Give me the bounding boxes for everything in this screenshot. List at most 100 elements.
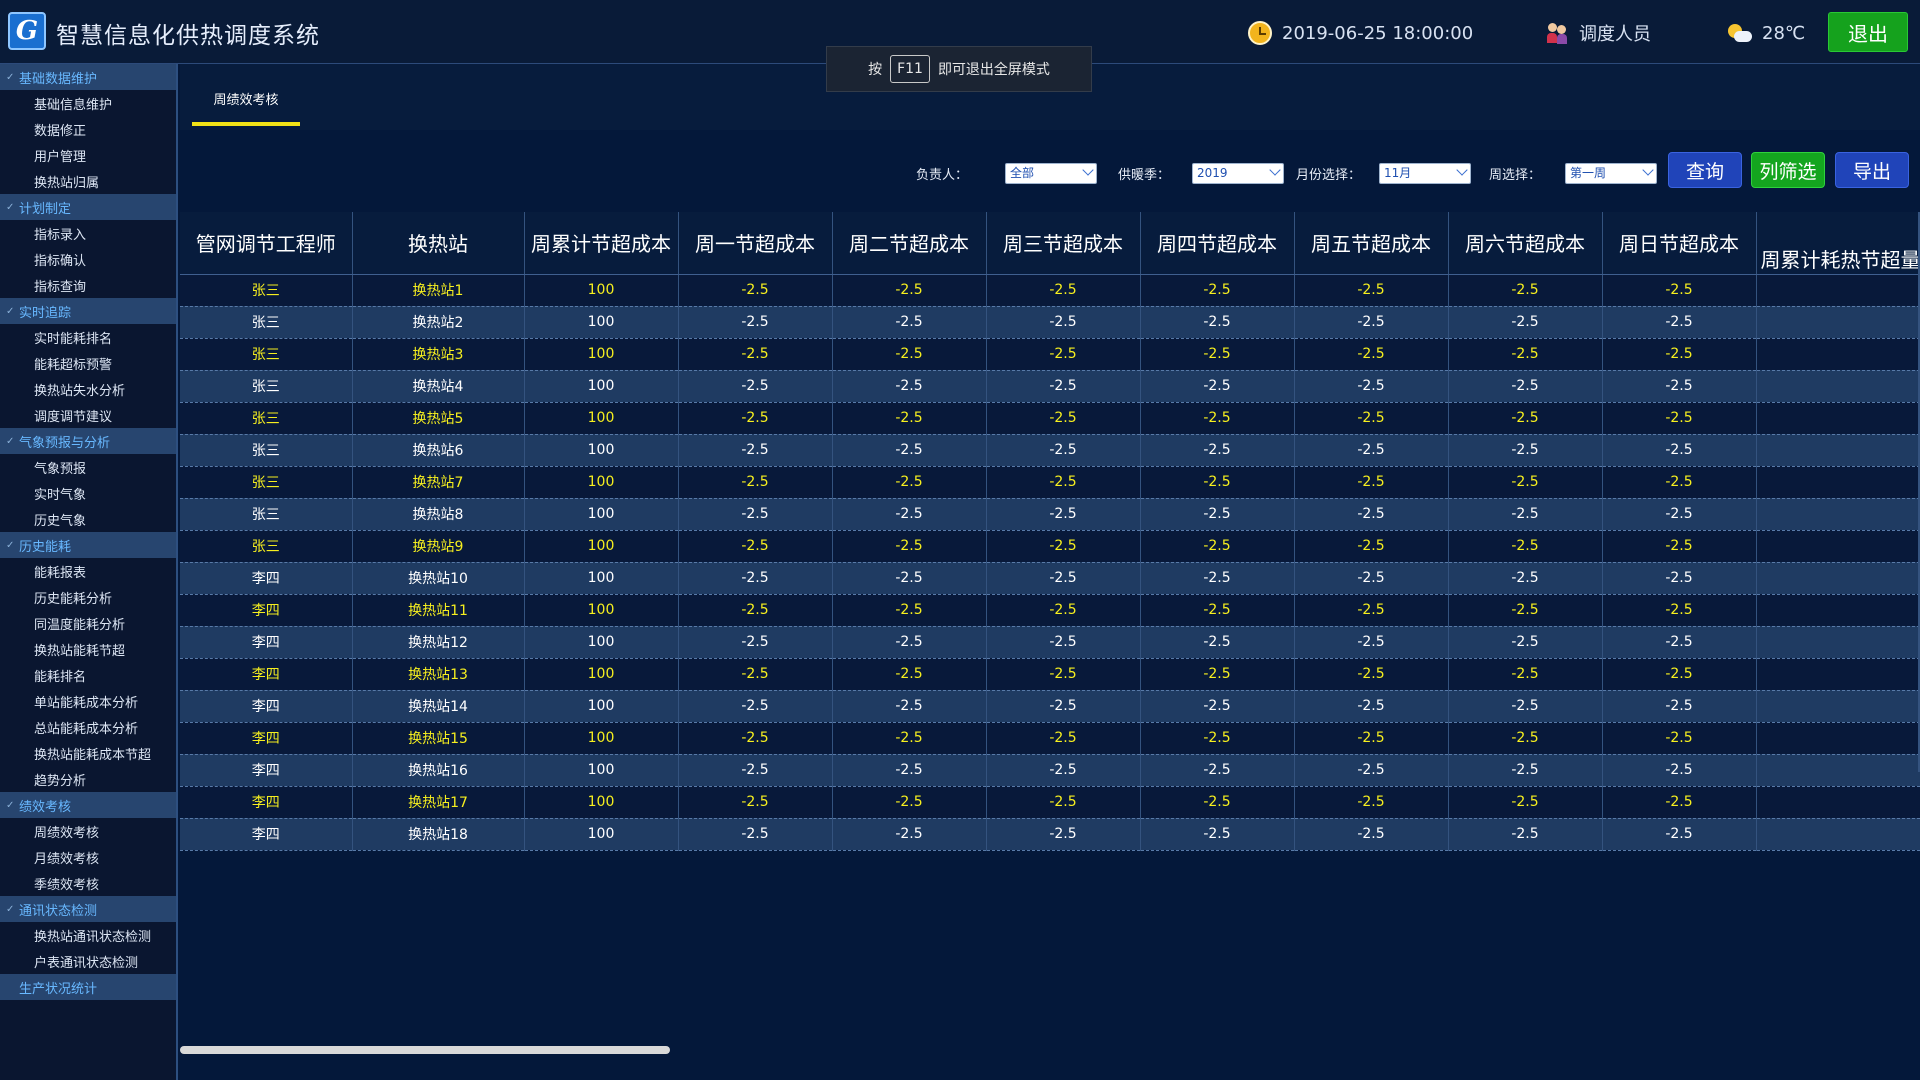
sidebar-group[interactable]: ✓ 气象预报与分析 [0, 428, 176, 454]
sidebar-item[interactable]: 换热站能耗节超 [0, 636, 176, 662]
sidebar-item[interactable]: 历史气象 [0, 506, 176, 532]
sidebar-group-label: 计划制定 [19, 201, 72, 217]
table-cell: -2.5 [986, 370, 1141, 403]
table-header-row: 管网调节工程师 换热站 周累计节超成本 周一节超成本 周二节超成本 周三节超成本 周四节超成… [180, 212, 1920, 275]
sidebar-item[interactable]: 数据修正 [0, 116, 176, 142]
chevron-down-icon [1456, 164, 1468, 176]
table-row[interactable]: 李四换热站10100-2.5-2.5-2.5-2.5-2.5-2.5-2.510… [180, 562, 1920, 595]
column-header[interactable]: 周日节超成本 [1602, 212, 1757, 275]
column-filter-button[interactable]: 列筛选 [1751, 152, 1825, 188]
table-row[interactable]: 李四换热站14100-2.5-2.5-2.5-2.5-2.5-2.5-2.510… [180, 690, 1920, 723]
sidebar-item[interactable]: 能耗排名 [0, 662, 176, 688]
column-header[interactable]: 周四节超成本 [1140, 212, 1295, 275]
table-cell: 100 [1756, 402, 1920, 435]
season-select-value: 2019 [1197, 166, 1228, 180]
table-cell: 100 [524, 594, 679, 627]
column-header[interactable]: 周六节超成本 [1448, 212, 1603, 275]
horizontal-scrollbar[interactable] [180, 1046, 670, 1054]
table-row[interactable]: 张三换热站3100-2.5-2.5-2.5-2.5-2.5-2.5-2.5100 [180, 338, 1920, 371]
sidebar-item[interactable]: 历史能耗分析 [0, 584, 176, 610]
table-row[interactable]: 张三换热站9100-2.5-2.5-2.5-2.5-2.5-2.5-2.5100 [180, 530, 1920, 563]
table-cell: 100 [1756, 370, 1920, 403]
sidebar-item[interactable]: 换热站失水分析 [0, 376, 176, 402]
season-select[interactable]: 2019 [1192, 163, 1284, 184]
sidebar-item[interactable]: 指标录入 [0, 220, 176, 246]
sidebar-item[interactable]: 用户管理 [0, 142, 176, 168]
sidebar-group[interactable]: ✓ 绩效考核 [0, 792, 176, 818]
table-row[interactable]: 李四换热站16100-2.5-2.5-2.5-2.5-2.5-2.5-2.510… [180, 754, 1920, 787]
sidebar-item[interactable]: 基础信息维护 [0, 90, 176, 116]
sidebar-item[interactable]: 换热站能耗成本节超 [0, 740, 176, 766]
owner-select-value: 全部 [1010, 166, 1035, 180]
sidebar-item[interactable]: 户表通讯状态检测 [0, 948, 176, 974]
table-cell: -2.5 [832, 466, 987, 499]
table-cell: 换热站17 [352, 786, 525, 819]
sidebar-item[interactable]: 实时能耗排名 [0, 324, 176, 350]
table-cell: 李四 [180, 818, 353, 851]
table-row[interactable]: 张三换热站8100-2.5-2.5-2.5-2.5-2.5-2.5-2.5100 [180, 498, 1920, 531]
column-header[interactable]: 换热站 [352, 212, 525, 275]
export-button[interactable]: 导出 [1835, 152, 1909, 188]
sidebar-item[interactable]: 换热站通讯状态检测 [0, 922, 176, 948]
table-row[interactable]: 李四换热站11100-2.5-2.5-2.5-2.5-2.5-2.5-2.510… [180, 594, 1920, 627]
sidebar-item[interactable]: 指标确认 [0, 246, 176, 272]
sidebar-item[interactable]: 调度调节建议 [0, 402, 176, 428]
sidebar-item[interactable]: 趋势分析 [0, 766, 176, 792]
sidebar-item[interactable]: 气象预报 [0, 454, 176, 480]
tab-weekly-assessment[interactable]: 周绩效考核 [192, 90, 300, 126]
sidebar-group[interactable]: ✓ 历史能耗 [0, 532, 176, 558]
table-row[interactable]: 李四换热站17100-2.5-2.5-2.5-2.5-2.5-2.5-2.510… [180, 786, 1920, 819]
table-cell: -2.5 [1602, 562, 1757, 595]
table-cell: -2.5 [678, 722, 833, 755]
column-header[interactable]: 周累计节超成本 [524, 212, 679, 275]
owner-select[interactable]: 全部 [1005, 163, 1097, 184]
sidebar-item[interactable]: 周绩效考核 [0, 818, 176, 844]
week-select[interactable]: 第一周 [1565, 163, 1657, 184]
table-row[interactable]: 张三换热站1100-2.5-2.5-2.5-2.5-2.5-2.5-2.5100 [180, 274, 1920, 307]
table-cell: -2.5 [1602, 594, 1757, 627]
sidebar-item[interactable]: 换热站归属 [0, 168, 176, 194]
table-row[interactable]: 李四换热站18100-2.5-2.5-2.5-2.5-2.5-2.5-2.510… [180, 818, 1920, 851]
column-header[interactable]: 管网调节工程师 [180, 212, 353, 275]
table-cell: 100 [524, 338, 679, 371]
column-header[interactable]: 周二节超成本 [832, 212, 987, 275]
table-row[interactable]: 李四换热站13100-2.5-2.5-2.5-2.5-2.5-2.5-2.510… [180, 658, 1920, 691]
table-cell: -2.5 [986, 434, 1141, 467]
sidebar-group[interactable]: ✓ 基础数据维护 [0, 64, 176, 90]
datetime-text: 2019-06-25 18:00:00 [1282, 22, 1474, 44]
table-row[interactable]: 张三换热站5100-2.5-2.5-2.5-2.5-2.5-2.5-2.5100 [180, 402, 1920, 435]
table-cell: 换热站13 [352, 658, 525, 691]
month-select[interactable]: 11月 [1379, 163, 1471, 184]
query-button[interactable]: 查询 [1668, 152, 1742, 188]
table-cell: -2.5 [1602, 722, 1757, 755]
sidebar-item[interactable]: 季绩效考核 [0, 870, 176, 896]
column-header[interactable]: 周三节超成本 [986, 212, 1141, 275]
sidebar-item[interactable]: 能耗超标预警 [0, 350, 176, 376]
sidebar-item[interactable]: 指标查询 [0, 272, 176, 298]
logout-button[interactable]: 退出 [1828, 12, 1908, 52]
table-row[interactable]: 李四换热站12100-2.5-2.5-2.5-2.5-2.5-2.5-2.510… [180, 626, 1920, 659]
sidebar-group[interactable]: ✓ 计划制定 [0, 194, 176, 220]
column-header[interactable]: 周五节超成本 [1294, 212, 1449, 275]
sidebar-item[interactable]: 实时气象 [0, 480, 176, 506]
main-content: 周绩效考核 负责人： 全部 供暖季： 2019 月份选择： 11月 周选择： 第… [180, 64, 1920, 1080]
sidebar-item[interactable]: 总站能耗成本分析 [0, 714, 176, 740]
sidebar-group[interactable]: 生产状况统计 [0, 974, 176, 1000]
table-cell: 换热站5 [352, 402, 525, 435]
table-row[interactable]: 张三换热站4100-2.5-2.5-2.5-2.5-2.5-2.5-2.5100 [180, 370, 1920, 403]
column-header[interactable]: 周一节超成本 [678, 212, 833, 275]
fullscreen-tip-prefix: 按 [868, 62, 883, 78]
sidebar-item[interactable]: 月绩效考核 [0, 844, 176, 870]
table-row[interactable]: 张三换热站7100-2.5-2.5-2.5-2.5-2.5-2.5-2.5100 [180, 466, 1920, 499]
sidebar-item[interactable]: 同温度能耗分析 [0, 610, 176, 636]
sidebar-group[interactable]: ✓ 通讯状态检测 [0, 896, 176, 922]
table-row[interactable]: 李四换热站15100-2.5-2.5-2.5-2.5-2.5-2.5-2.510… [180, 722, 1920, 755]
sidebar-item[interactable]: 能耗报表 [0, 558, 176, 584]
table-row[interactable]: 张三换热站2100-2.5-2.5-2.5-2.5-2.5-2.5-2.5100 [180, 306, 1920, 339]
column-header[interactable]: 周累计耗热节超量 [1756, 212, 1920, 275]
table-cell: 100 [524, 690, 679, 723]
sidebar-item[interactable]: 单站能耗成本分析 [0, 688, 176, 714]
table-row[interactable]: 张三换热站6100-2.5-2.5-2.5-2.5-2.5-2.5-2.5100 [180, 434, 1920, 467]
sidebar-group[interactable]: ✓ 实时追踪 [0, 298, 176, 324]
app-logo: G [8, 12, 46, 50]
